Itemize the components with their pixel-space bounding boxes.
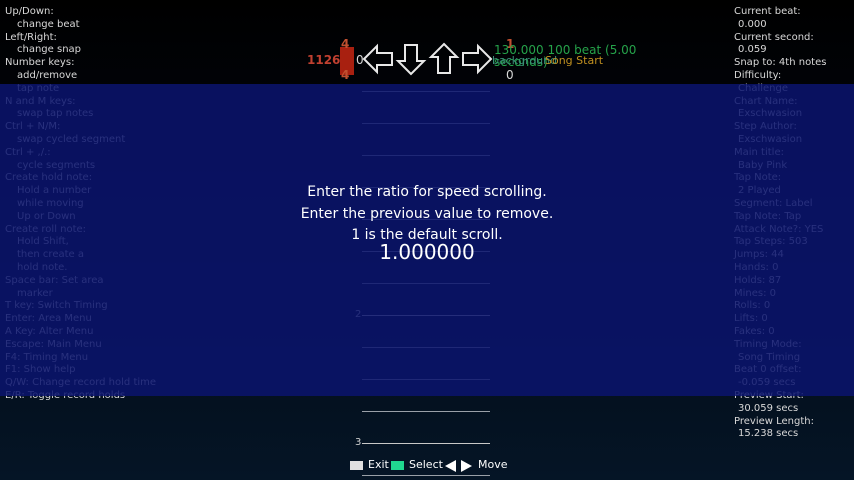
right-arrow-receptor-icon [462, 43, 493, 75]
help-line: 30.059 secs [738, 402, 799, 414]
receptor-row [362, 42, 494, 76]
select-key-icon [391, 461, 404, 470]
help-line: Current beat: [734, 6, 801, 17]
song-start-label: Song Start [545, 54, 604, 67]
help-line: Left/Right: [5, 31, 57, 43]
help-line: add/remove [17, 69, 78, 81]
exit-hint[interactable]: Exit [368, 458, 389, 471]
help-line: change snap [17, 44, 82, 56]
help-line: Snap to: 4th notes [734, 57, 827, 69]
help-line: Difficulty: [734, 69, 782, 81]
prompt-line-2: Enter the previous value to remove. [300, 205, 554, 222]
beat-line [362, 411, 490, 412]
right-bottom-number: 0 [506, 68, 514, 82]
combo-counter: 1126 [307, 53, 341, 67]
scroll-ratio-input[interactable]: 1.000000 [0, 240, 854, 264]
prompt-line-1: Enter the ratio for speed scrolling. [307, 184, 547, 200]
left-arrow-receptor-icon [362, 43, 393, 75]
life-top-number: 4 [341, 37, 350, 51]
dialog-prompt: Enter the ratio for speed scrolling. Ent… [0, 182, 854, 247]
life-bottom-number: 4 [341, 68, 350, 82]
right-triangle-icon [461, 460, 472, 472]
down-arrow-receptor-icon [395, 44, 427, 76]
help-line: 0.059 [738, 44, 767, 56]
measure-number: 3 [355, 437, 362, 448]
left-triangle-icon [445, 460, 456, 472]
measure-line [362, 443, 490, 444]
help-line: Current second: [734, 31, 814, 43]
help-line: Up/Down: [5, 6, 54, 17]
help-line: change beat [17, 18, 80, 30]
help-line: Preview Length: [734, 415, 814, 427]
select-hint[interactable]: Select [409, 458, 443, 471]
up-arrow-receptor-icon [428, 42, 460, 74]
move-hint[interactable]: Move [478, 458, 508, 471]
exit-key-icon [350, 461, 363, 470]
beat-line [362, 475, 490, 476]
help-line: 15.238 secs [738, 428, 799, 440]
help-line: Number keys: [5, 57, 75, 69]
help-line: 0.000 [738, 18, 767, 30]
